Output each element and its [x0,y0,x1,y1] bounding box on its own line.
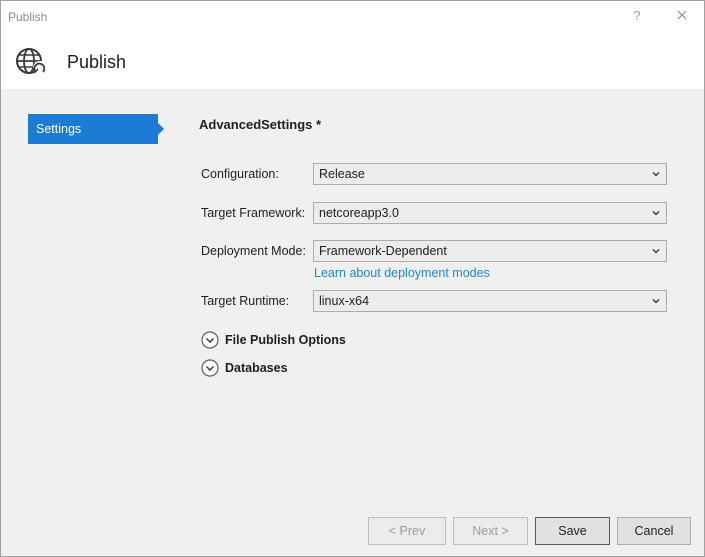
deployment-modes-link[interactable]: Learn about deployment modes [314,266,490,280]
deployment-mode-label: Deployment Mode: [201,244,306,258]
target-framework-label: Target Framework: [201,206,306,220]
configuration-label: Configuration: [201,167,279,181]
expand-chevron-icon [201,359,219,377]
expander-label: File Publish Options [225,333,346,347]
target-framework-dropdown[interactable]: netcoreapp3.0 [313,202,667,224]
dialog-header: Publish [1,33,704,89]
selection-arrow [158,123,164,135]
configuration-dropdown[interactable]: Release [313,163,667,185]
page-title: Publish [67,52,127,72]
help-button[interactable]: ? [627,5,647,27]
save-button[interactable]: Save [535,517,610,545]
close-button[interactable] [669,5,695,27]
window-title: Publish [8,10,48,24]
sidebar-item-settings[interactable]: Settings [28,114,164,144]
target-runtime-label: Target Runtime: [201,294,290,308]
globe-publish-icon [16,48,47,75]
cancel-button[interactable]: Cancel [617,517,691,545]
target-runtime-value: linux-x64 [319,294,370,308]
next-button[interactable]: Next > [453,517,528,545]
chevron-down-icon [652,211,660,216]
publish-dialog: Publish ? Publish Settings AdvancedSetti… [0,0,705,557]
sidebar-item-label: Settings [36,122,82,136]
section-title: AdvancedSettings * [199,117,322,132]
configuration-value: Release [319,167,365,181]
target-runtime-dropdown[interactable]: linux-x64 [313,290,667,312]
prev-button[interactable]: < Prev [368,517,446,545]
expand-chevron-icon [201,331,219,349]
deployment-mode-value: Framework-Dependent [319,244,447,258]
chevron-down-icon [652,249,660,254]
chevron-down-icon [652,172,660,177]
expander-label: Databases [225,361,288,375]
close-icon [677,10,687,20]
title-bar: Publish ? [1,1,704,33]
target-framework-value: netcoreapp3.0 [319,206,399,220]
deployment-mode-dropdown[interactable]: Framework-Dependent [313,240,667,262]
chevron-down-icon [652,299,660,304]
